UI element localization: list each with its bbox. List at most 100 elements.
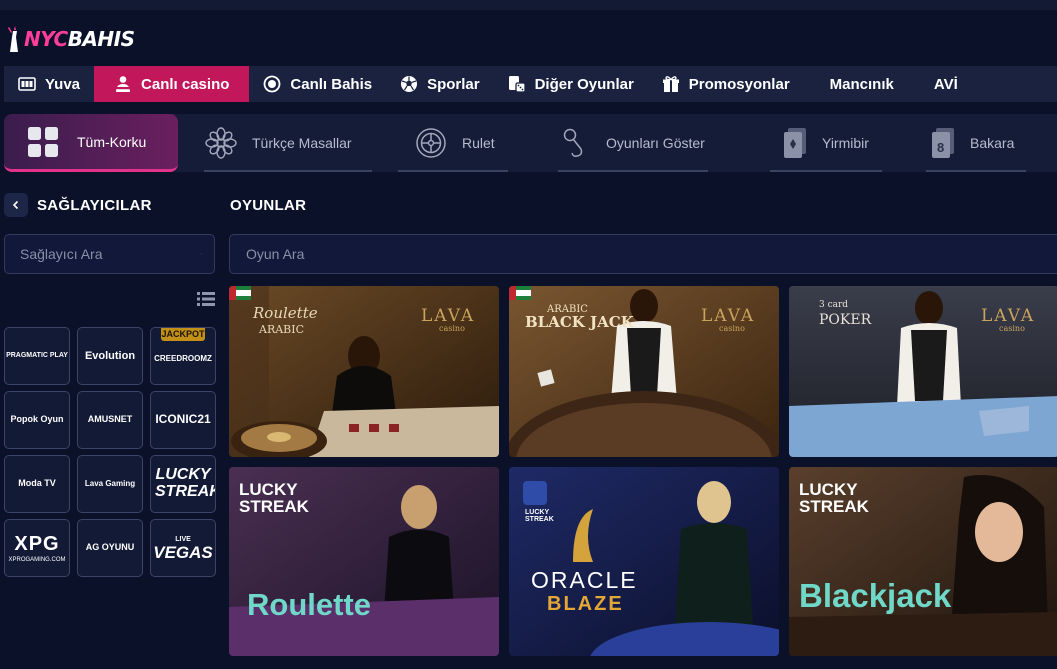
nav-item-mancinik[interactable]: Mancınık xyxy=(804,66,908,102)
game-brand-sub: casino xyxy=(439,324,465,333)
provider-label: Popok Oyun xyxy=(10,414,64,425)
category-turkce-masallar[interactable]: Türkçe Masallar xyxy=(178,114,374,172)
game-subtitle: BLAZE xyxy=(547,593,624,615)
provider-label: Lava Gaming xyxy=(84,478,136,488)
statue-of-liberty-icon xyxy=(8,26,18,52)
provider-tile-pragmatic[interactable]: PRAGMATIC PLAY xyxy=(4,327,70,385)
cards-icon xyxy=(778,126,812,160)
game-title: Roulette xyxy=(253,304,318,322)
chevron-left-icon xyxy=(12,200,19,210)
game-search-box xyxy=(229,234,1057,274)
nav-label: Canlı Bahis xyxy=(290,75,373,93)
game-card-lucky-streak-blackjack[interactable]: LUCKY STREAK Blackjack xyxy=(789,467,1057,656)
game-title: Roulette xyxy=(247,587,371,622)
top-strip xyxy=(0,0,1057,10)
eight-card-icon: 8 xyxy=(926,126,960,160)
providers-title: SAĞLAYICILAR xyxy=(37,196,152,214)
game-card-lucky-streak-roulette[interactable]: LUCKY STREAK Roulette xyxy=(229,467,499,656)
nav-item-canli-casino[interactable]: Canlı casino xyxy=(94,66,250,102)
provider-tile-creedroomz[interactable]: JACKPOT CREEDROOMZ xyxy=(150,327,216,385)
provider-label: PRAGMATIC PLAY xyxy=(6,352,68,360)
provider-tile-iconic21[interactable]: ICONIC21 xyxy=(150,391,216,449)
game-title: ORACLE xyxy=(531,567,638,593)
game-card-blackjack-arabic[interactable]: ARABIC BLACK JACK LAVA casino xyxy=(509,286,779,457)
category-underline xyxy=(770,170,882,172)
provider-tile-lucky-streak[interactable]: LUCKY STREAK xyxy=(150,455,216,513)
search-icon[interactable] xyxy=(201,245,202,263)
provider-tile-moda-tv[interactable]: Moda TV xyxy=(4,455,70,513)
provider-label: AG OYUNU xyxy=(85,542,135,553)
grid-icon xyxy=(26,125,60,159)
nav-item-avi[interactable]: AVİ xyxy=(908,66,972,102)
provider-tile-ag-oyunu[interactable]: AG OYUNU xyxy=(77,519,143,577)
game-card-oracle-blaze[interactable]: LUCKY STREAK ORACLE BLAZE xyxy=(509,467,779,656)
provider-tile-amusnet[interactable]: AMUSNET xyxy=(77,391,143,449)
category-yirmibir[interactable]: Yirmibir xyxy=(720,114,882,172)
football-icon xyxy=(400,75,418,93)
provider-search-input[interactable] xyxy=(20,246,201,262)
category-oyunlari-goster[interactable]: Oyunları Göster xyxy=(514,114,720,172)
logo-text-nyc: NYC xyxy=(24,27,68,51)
provider-label: Moda TV xyxy=(18,478,56,489)
list-view-icon[interactable] xyxy=(197,292,215,306)
game-card-3card-poker[interactable]: 3 card POKER LAVA casino xyxy=(789,286,1057,457)
category-rulet[interactable]: Rulet xyxy=(374,114,514,172)
game-brand-sub: casino xyxy=(719,324,745,333)
provider-grid: PRAGMATIC PLAY Evolution JACKPOT CREEDRO… xyxy=(4,327,216,577)
games-title: OYUNLAR xyxy=(230,197,307,214)
provider-tile-xpg[interactable]: XPG XPROGAMING.COM xyxy=(4,519,70,577)
nav-item-diger-oyunlar[interactable]: Diğer Oyunlar xyxy=(494,66,648,102)
nav-label: Canlı casino xyxy=(141,75,230,93)
category-underline xyxy=(926,170,1026,172)
category-label: Yirmibir xyxy=(822,135,869,151)
provider-tile-evolution[interactable]: Evolution xyxy=(77,327,143,385)
nav-item-canli-bahis[interactable]: Canlı Bahis xyxy=(249,66,386,102)
provider-label: ICONIC21 xyxy=(155,412,211,427)
provider-sublabel: XPROGAMING.COM xyxy=(8,556,66,563)
provider-search-box xyxy=(4,234,215,274)
nav-label: Yuva xyxy=(45,75,81,93)
provider-label: XPG xyxy=(14,532,60,555)
category-bakara[interactable]: 8 Bakara xyxy=(870,114,1057,172)
ornament-icon xyxy=(204,126,238,160)
provider-label: LUCKY STREAK xyxy=(155,466,216,500)
game-title: BLACK JACK xyxy=(525,313,634,331)
slot-machine-icon xyxy=(18,75,36,93)
nav-label: AVİ xyxy=(933,75,958,93)
collapse-providers-button[interactable] xyxy=(4,193,28,217)
svg-text:8: 8 xyxy=(937,140,944,155)
nav-label: Diğer Oyunlar xyxy=(534,75,634,93)
game-brand: LUCKY STREAK xyxy=(799,480,869,516)
game-brand: LAVA xyxy=(421,306,476,326)
nav-item-yuva[interactable]: Yuva xyxy=(4,66,94,102)
nav-label: Sporlar xyxy=(427,75,480,93)
category-label: Rulet xyxy=(462,135,495,151)
category-label: Bakara xyxy=(970,135,1015,151)
nav-item-sporlar[interactable]: Sporlar xyxy=(386,66,494,102)
game-card-roulette-arabic[interactable]: Roulette ARABIC LAVA casino xyxy=(229,286,499,457)
providers-header: SAĞLAYICILAR xyxy=(4,193,152,217)
game-title: POKER xyxy=(819,312,872,328)
dealer-icon xyxy=(114,75,132,93)
game-subtitle: ARABIC xyxy=(259,323,305,336)
nav-item-promosyonlar[interactable]: Promosyonlar xyxy=(648,66,804,102)
microphone-icon xyxy=(558,126,592,160)
category-label: Türkçe Masallar xyxy=(252,135,352,151)
gift-icon xyxy=(662,75,680,93)
oracle-blaze-thumbnail xyxy=(509,467,779,656)
provider-tile-popok[interactable]: Popok Oyun xyxy=(4,391,70,449)
provider-tile-live-vegas[interactable]: LIVE VEGAS xyxy=(150,519,216,577)
roulette-icon xyxy=(414,126,448,160)
category-underline xyxy=(204,170,372,172)
jackpot-badge: JACKPOT xyxy=(161,328,205,341)
game-brand-sub: casino xyxy=(999,324,1025,333)
provider-tile-lava-gaming[interactable]: Lava Gaming xyxy=(77,455,143,513)
category-tum-korku[interactable]: Tüm-Korku xyxy=(4,114,178,172)
site-logo[interactable]: NYCBAHIS xyxy=(6,22,135,56)
nav-label: Promosyonlar xyxy=(688,75,790,93)
game-search-input[interactable] xyxy=(246,246,1041,262)
game-brand: LUCKY STREAK xyxy=(239,480,309,516)
game-brand: LUCKY STREAK xyxy=(525,509,554,523)
game-brand: LAVA xyxy=(981,306,1036,326)
provider-label: Evolution xyxy=(84,349,136,362)
